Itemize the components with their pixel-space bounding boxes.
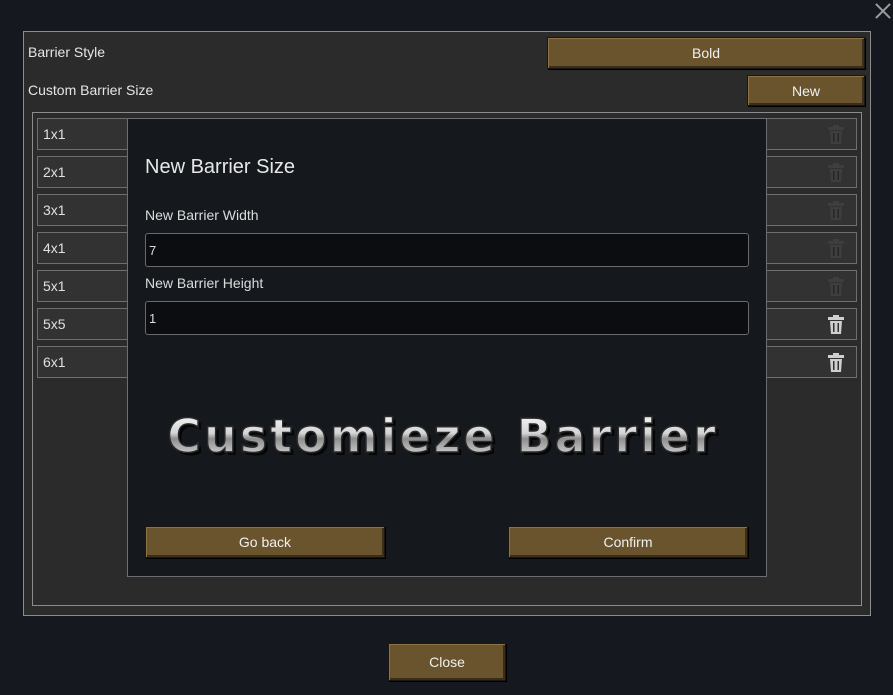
trash-icon[interactable]	[828, 353, 844, 372]
close-button[interactable]: Close	[388, 643, 506, 681]
size-label: 5x1	[43, 278, 66, 294]
height-label: New Barrier Height	[145, 275, 264, 291]
trash-icon[interactable]	[828, 125, 844, 144]
barrier-style-label: Barrier Style	[28, 44, 106, 60]
trash-icon[interactable]	[828, 315, 844, 334]
trash-icon[interactable]	[828, 239, 844, 258]
new-size-dialog	[127, 118, 767, 577]
trash-icon[interactable]	[828, 163, 844, 182]
trash-icon[interactable]	[828, 201, 844, 220]
custom-barrier-size-label: Custom Barrier Size	[28, 82, 154, 98]
barrier-style-dropdown[interactable]: Bold	[547, 37, 865, 69]
go-back-button[interactable]: Go back	[145, 526, 385, 558]
new-size-button[interactable]: New	[747, 75, 865, 106]
size-label: 6x1	[43, 354, 66, 370]
customize-barrier-banner: Customieze Barrier Customieze Barrier	[167, 408, 719, 466]
confirm-button[interactable]: Confirm	[508, 526, 748, 558]
size-label: 2x1	[43, 164, 66, 180]
size-label: 4x1	[43, 240, 66, 256]
size-label: 3x1	[43, 202, 66, 218]
size-label: 1x1	[43, 126, 66, 142]
width-label: New Barrier Width	[145, 207, 259, 223]
height-input[interactable]	[145, 301, 749, 335]
width-input[interactable]	[145, 233, 749, 267]
size-label: 5x5	[43, 316, 66, 332]
banner-text: Customieze Barrier	[167, 409, 719, 463]
close-x-icon[interactable]	[872, 0, 893, 22]
dialog-title: New Barrier Size	[145, 156, 296, 178]
trash-icon[interactable]	[828, 277, 844, 296]
